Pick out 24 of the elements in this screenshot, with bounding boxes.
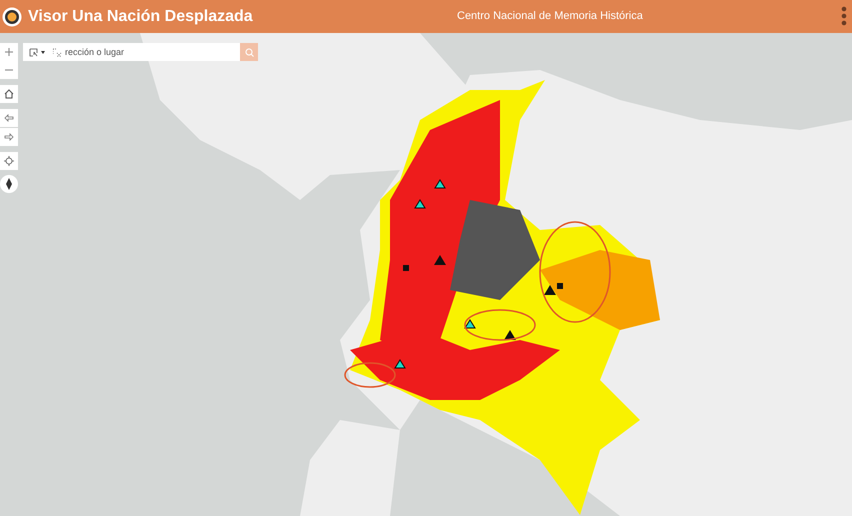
cursor-frame-icon — [29, 48, 38, 56]
clear-selection-icon — [52, 48, 62, 56]
plus-icon — [5, 48, 13, 56]
compass-button[interactable] — [0, 175, 18, 193]
forward-button[interactable] — [0, 128, 18, 146]
zoom-out-button[interactable] — [0, 61, 18, 79]
locate-button[interactable] — [0, 152, 18, 170]
minus-icon — [5, 69, 13, 71]
back-button[interactable] — [0, 109, 18, 127]
caret-icon — [41, 50, 45, 54]
search-field[interactable]: rección o lugar — [63, 43, 240, 61]
crosshair-icon — [4, 156, 14, 166]
logo-icon — [2, 6, 22, 26]
compass-icon — [6, 178, 12, 190]
home-icon — [4, 89, 14, 99]
home-button[interactable] — [0, 85, 18, 103]
more-options-icon[interactable] — [841, 6, 847, 26]
app-title: Visor Una Nación Desplazada — [28, 6, 253, 26]
app-subtitle: Centro Nacional de Memoria Histórica — [457, 9, 643, 24]
left-arrow-icon — [4, 114, 14, 122]
source-menu-button[interactable] — [23, 43, 51, 61]
zoom-in-button[interactable] — [0, 43, 18, 61]
search-icon — [244, 48, 254, 56]
right-arrow-icon — [4, 133, 14, 141]
